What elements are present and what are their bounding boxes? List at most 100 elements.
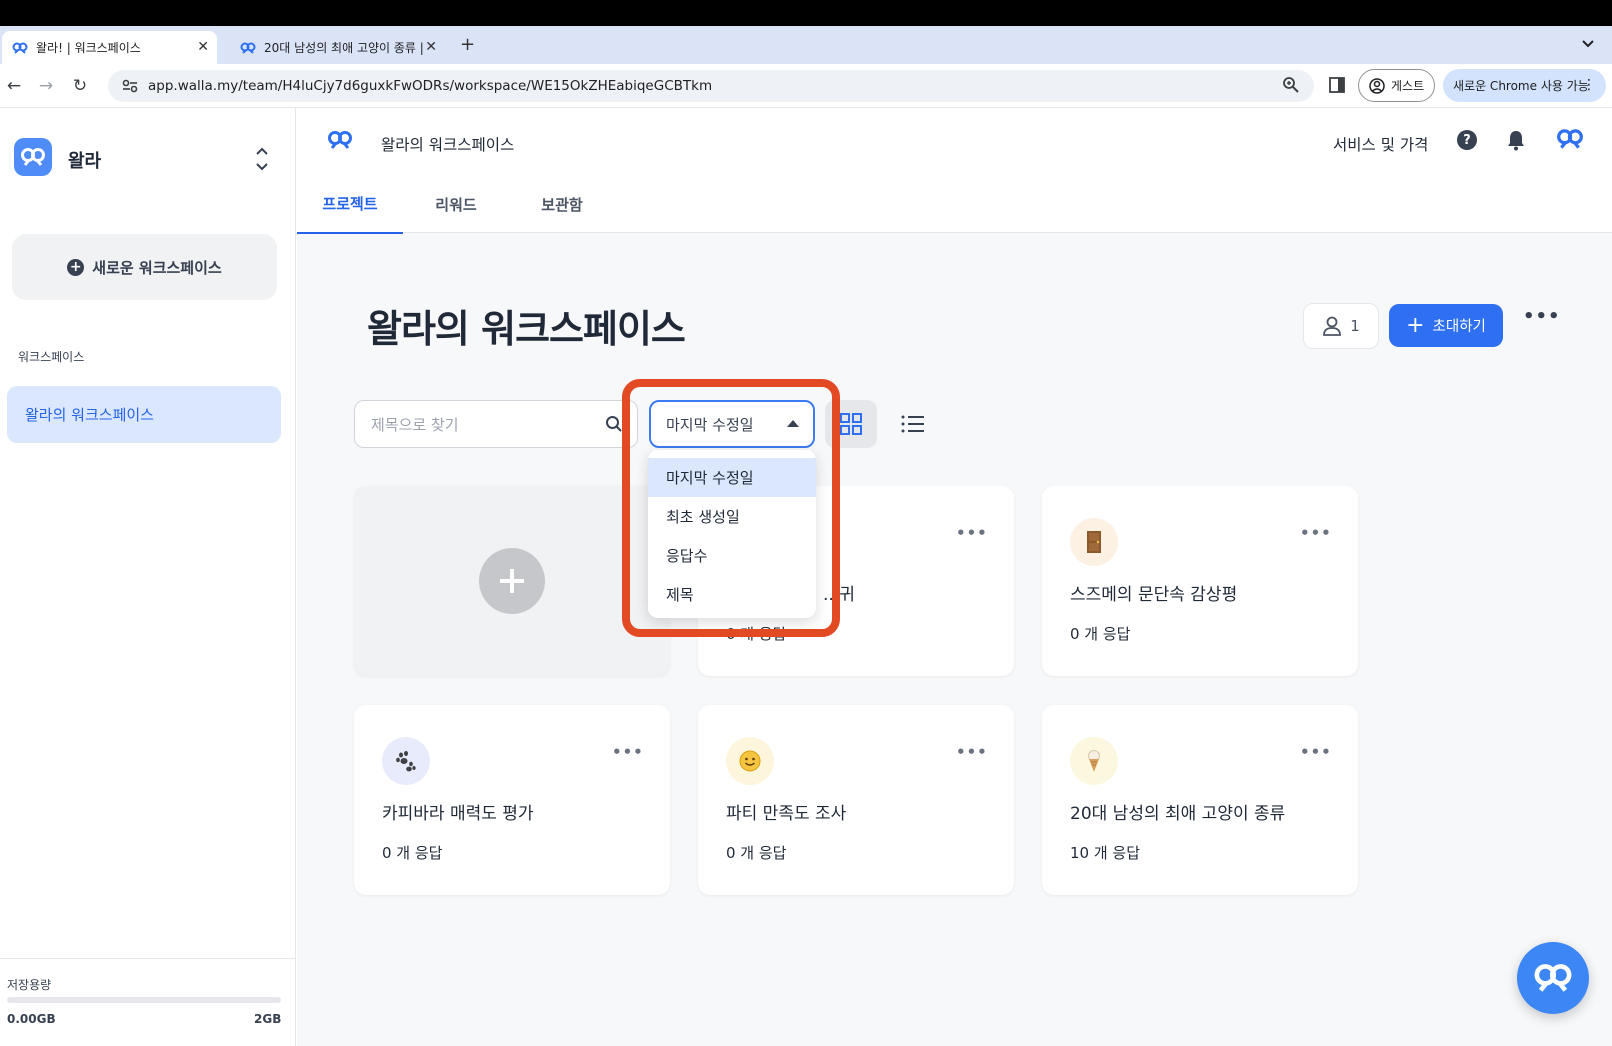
project-title: 스즈메의 문단속 감상평 <box>1070 585 1238 605</box>
tab-archive[interactable]: 보관함 <box>509 174 615 234</box>
site-settings-icon[interactable] <box>116 79 144 93</box>
storage-used: 0.00GB <box>7 1012 56 1026</box>
side-panel-icon[interactable] <box>1328 76 1348 96</box>
ice-cream-icon <box>1070 737 1118 785</box>
more-options-icon[interactable]: ••• <box>956 524 988 542</box>
sort-option-created[interactable]: 최초 생성일 <box>648 497 816 536</box>
walla-logo-icon <box>1534 964 1572 992</box>
search-input[interactable]: 제목으로 찾기 <box>354 400 638 448</box>
address-bar[interactable]: app.walla.my/team/H4luCjy7d6guxkFwODRs/w… <box>108 70 1314 102</box>
more-options-icon[interactable]: ••• <box>1300 524 1332 542</box>
profile-icon <box>1369 77 1385 94</box>
project-title: 20대 남성의 최애 고양이 종류 <box>1070 804 1286 824</box>
project-title: 파티 만족도 조사 <box>726 804 847 824</box>
new-tab-icon[interactable]: + <box>460 34 475 55</box>
help-icon[interactable]: ? <box>1457 130 1477 150</box>
header-workspace-title: 왈라의 워크스페이스 <box>381 136 515 154</box>
new-workspace-button[interactable]: + 새로운 워크스페이스 <box>12 234 277 300</box>
reload-icon[interactable]: ↻ <box>69 75 91 97</box>
url-text: app.walla.my/team/H4luCjy7d6guxkFwODRs/w… <box>148 78 713 94</box>
grid-view-button[interactable] <box>825 400 877 448</box>
walla-logo-icon[interactable] <box>14 138 52 176</box>
bell-icon[interactable] <box>1507 129 1525 155</box>
new-project-card[interactable] <box>354 486 670 676</box>
project-card[interactable]: ••• 파티 만족도 조사 0 개 응답 <box>698 705 1014 895</box>
forward-arrow-icon[interactable]: → <box>35 75 57 97</box>
tab-rewards[interactable]: 리워드 <box>403 174 509 234</box>
sidebar: 왈라 + 새로운 워크스페이스 워크스페이스 왈라의 워크스페이스 저장용량 0… <box>0 108 296 1046</box>
list-icon <box>901 415 924 433</box>
browser-tab-title: 왈라! | 워크스페이스 <box>36 41 141 55</box>
page-title: 왈라의 워크스페이스 <box>367 307 686 351</box>
sort-selected-value: 마지막 수정일 <box>666 415 754 434</box>
plus-icon: + <box>1406 312 1425 338</box>
browser-tab-strip: 왈라! | 워크스페이스 ✕ 20대 남성의 최애 고양이 종류 | W ✕ + <box>0 26 1612 64</box>
project-responses: 10 개 응답 <box>1070 844 1141 862</box>
team-name: 왈라 <box>68 151 102 172</box>
project-responses: 0 개 응답 <box>382 844 443 862</box>
browser-toolbar: ← → ↻ app.walla.my/team/H4luCjy7d6guxkFw… <box>0 64 1612 108</box>
walla-logo-icon[interactable] <box>327 130 353 154</box>
more-options-icon[interactable]: ••• <box>612 743 644 761</box>
sort-option-responses[interactable]: 응답수 <box>648 536 816 575</box>
plus-circle-icon: + <box>67 258 85 276</box>
smiley-face-icon <box>726 737 774 785</box>
guest-label: 게스트 <box>1391 79 1425 93</box>
invite-button[interactable]: + 초대하기 <box>1389 304 1503 347</box>
chrome-update-button[interactable]: 새로운 Chrome 사용 가능 ⋮ <box>1443 69 1606 102</box>
sort-option-last-modified[interactable]: 마지막 수정일 <box>648 458 816 497</box>
more-options-icon[interactable]: ••• <box>956 743 988 761</box>
kebab-menu-icon[interactable]: ⋮ <box>1582 77 1596 93</box>
search-icon[interactable] <box>605 415 623 437</box>
zoom-icon[interactable] <box>1282 76 1300 98</box>
guest-profile-button[interactable]: 게스트 <box>1358 69 1436 102</box>
sort-options-menu: 마지막 수정일 최초 생성일 응답수 제목 <box>648 450 816 618</box>
project-card[interactable]: ••• 20대 남성의 최애 고양이 종류 10 개 응답 <box>1042 705 1358 895</box>
more-options-icon[interactable]: ••• <box>1523 306 1561 327</box>
sidebar-item-workspace[interactable]: 왈라의 워크스페이스 <box>7 386 281 443</box>
workspace-section-label: 워크스페이스 <box>18 350 85 364</box>
grid-icon <box>840 413 862 435</box>
project-title: ...귀 <box>823 585 855 605</box>
chevron-down-icon[interactable] <box>1576 32 1600 56</box>
project-card[interactable]: ••• 카피바라 매력도 평가 0 개 응답 <box>354 705 670 895</box>
chrome-update-label: 새로운 Chrome 사용 가능 <box>1453 79 1589 93</box>
sort-dropdown[interactable]: 마지막 수정일 <box>649 400 815 448</box>
project-responses: 0 개 응답 <box>1070 625 1131 643</box>
more-options-icon[interactable]: ••• <box>1300 743 1332 761</box>
chevron-up-down-icon[interactable] <box>254 146 270 172</box>
storage-total: 2GB <box>254 1012 282 1026</box>
storage-progress-bar <box>7 997 281 1003</box>
main-tabs: 프로젝트 리워드 보관함 <box>297 174 615 234</box>
storage-label: 저장용량 <box>7 978 52 992</box>
search-placeholder: 제목으로 찾기 <box>371 415 459 434</box>
walla-favicon-icon <box>240 40 256 56</box>
avatar[interactable] <box>1556 128 1584 154</box>
tab-projects[interactable]: 프로젝트 <box>297 174 403 234</box>
person-icon <box>1322 315 1342 337</box>
main-content: 왈라의 워크스페이스 서비스 및 가격 ? 프로젝트 리워드 보관함 왈라의 워… <box>297 108 1612 1046</box>
pricing-link[interactable]: 서비스 및 가격 <box>1333 133 1428 155</box>
door-icon <box>1070 518 1118 566</box>
plus-icon <box>479 548 545 614</box>
browser-tab-title: 20대 남성의 최애 고양이 종류 | W <box>264 41 424 55</box>
screen-top-bar <box>0 0 1612 26</box>
invite-label: 초대하기 <box>1432 319 1486 335</box>
members-button[interactable]: 1 <box>1303 303 1379 349</box>
paw-prints-icon <box>382 737 430 785</box>
browser-tab-survey[interactable]: 20대 남성의 최애 고양이 종류 | W ✕ <box>230 31 445 64</box>
sidebar-item-label: 왈라의 워크스페이스 <box>25 406 154 424</box>
new-workspace-label: 새로운 워크스페이스 <box>92 258 222 277</box>
member-count: 1 <box>1350 317 1360 335</box>
close-icon[interactable]: ✕ <box>425 39 437 55</box>
help-chat-button[interactable] <box>1517 942 1589 1014</box>
main-header: 왈라의 워크스페이스 서비스 및 가격 ? 프로젝트 리워드 보관함 <box>297 108 1612 234</box>
caret-up-icon <box>787 420 799 427</box>
browser-tab-workspace[interactable]: 왈라! | 워크스페이스 ✕ <box>2 31 217 64</box>
list-view-button[interactable] <box>887 400 939 448</box>
sort-option-title[interactable]: 제목 <box>648 575 816 614</box>
project-card[interactable]: ••• 스즈메의 문단속 감상평 0 개 응답 <box>1042 486 1358 676</box>
back-arrow-icon[interactable]: ← <box>3 75 25 97</box>
project-responses: 0 개 응답 <box>726 625 787 643</box>
close-icon[interactable]: ✕ <box>197 39 209 55</box>
